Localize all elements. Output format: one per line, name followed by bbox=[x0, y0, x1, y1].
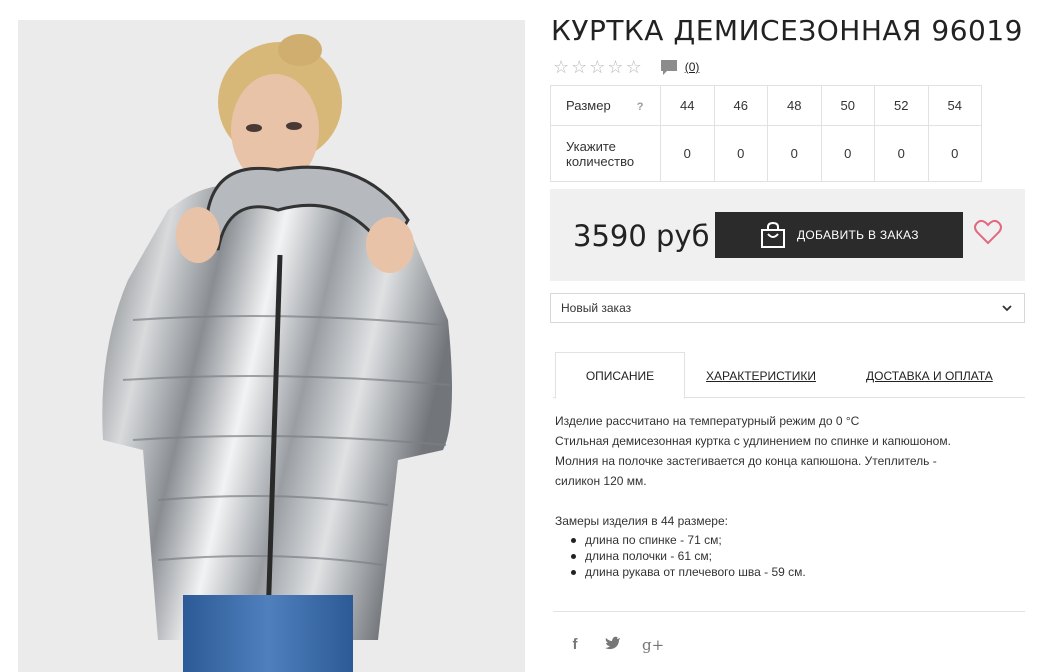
chevron-down-icon bbox=[1002, 305, 1012, 312]
quantity-input[interactable]: 0 bbox=[874, 125, 929, 182]
quantity-row: Укажите количество 0 0 0 0 0 0 bbox=[550, 125, 982, 182]
twitter-icon[interactable] bbox=[604, 636, 622, 654]
heart-icon[interactable] bbox=[974, 219, 1002, 245]
quantity-input[interactable]: 0 bbox=[927, 125, 982, 182]
size-cell: 50 bbox=[820, 85, 875, 126]
divider bbox=[553, 611, 1025, 612]
order-select-value: Новый заказ bbox=[561, 301, 632, 315]
size-table: Размер? 44 46 48 50 52 54 Укажите количес… bbox=[550, 85, 982, 182]
size-cell: 46 bbox=[713, 85, 768, 126]
quantity-input[interactable]: 0 bbox=[713, 125, 768, 182]
rating-stars[interactable]: ☆ ☆ ☆ ☆ ☆ bbox=[553, 58, 642, 76]
quantity-label-line1: Укажите bbox=[566, 138, 616, 154]
comment-icon bbox=[660, 59, 678, 75]
star-icon[interactable]: ☆ bbox=[571, 58, 587, 76]
tab-characteristics[interactable]: ХАРАКТЕРИСТИКИ bbox=[706, 352, 816, 399]
product-image bbox=[102, 34, 453, 672]
buy-box: 3590 руб ДОБАВИТЬ В ЗАКАЗ bbox=[550, 189, 1025, 281]
size-row: Размер? 44 46 48 50 52 54 bbox=[550, 85, 982, 126]
list-item: длина полочки - 61 см; bbox=[571, 548, 806, 564]
description-line: силикон 120 мм. bbox=[555, 474, 647, 488]
tab-delivery[interactable]: ДОСТАВКА И ОПЛАТА bbox=[866, 352, 993, 399]
star-icon[interactable]: ☆ bbox=[626, 58, 642, 76]
product-title: КУРТКА ДЕМИСЕЗОННАЯ 96019 bbox=[551, 14, 1023, 47]
quantity-label: Укажите количество bbox=[550, 125, 661, 182]
price: 3590 руб bbox=[573, 219, 710, 253]
reviews-link[interactable]: (0) bbox=[685, 60, 700, 74]
size-cell: 48 bbox=[767, 85, 822, 126]
description-line: Стильная демисезонная куртка с удлинение… bbox=[555, 434, 951, 448]
size-help-icon[interactable]: ? bbox=[637, 101, 644, 113]
measurements-list: длина по спинке - 71 см; длина полочки -… bbox=[571, 532, 806, 580]
size-label-cell: Размер? bbox=[550, 85, 661, 126]
size-cell: 44 bbox=[660, 85, 715, 126]
add-to-order-label: ДОБАВИТЬ В ЗАКАЗ bbox=[797, 228, 919, 242]
size-label: Размер bbox=[566, 98, 611, 113]
size-cell: 52 bbox=[874, 85, 929, 126]
star-icon[interactable]: ☆ bbox=[607, 58, 623, 76]
description-line: Молния на полочке застегивается до конца… bbox=[555, 454, 937, 468]
product-photo[interactable] bbox=[18, 20, 525, 672]
add-to-order-button[interactable]: ДОБАВИТЬ В ЗАКАЗ bbox=[715, 212, 963, 258]
measurements-title: Замеры изделия в 44 размере: bbox=[555, 514, 728, 528]
social-share: f g+ bbox=[566, 636, 665, 654]
rating-row: ☆ ☆ ☆ ☆ ☆ (0) bbox=[553, 58, 699, 76]
order-select[interactable]: Новый заказ bbox=[550, 293, 1025, 323]
quantity-label-line2: количество bbox=[566, 153, 635, 169]
star-icon[interactable]: ☆ bbox=[553, 58, 569, 76]
description-line: Изделие рассчитано на температурный режи… bbox=[555, 414, 860, 428]
bag-icon bbox=[761, 221, 785, 248]
quantity-input[interactable]: 0 bbox=[767, 125, 822, 182]
list-item: длина по спинке - 71 см; bbox=[571, 532, 806, 548]
quantity-input[interactable]: 0 bbox=[820, 125, 875, 182]
star-icon[interactable]: ☆ bbox=[589, 58, 605, 76]
quantity-input[interactable]: 0 bbox=[660, 125, 715, 182]
tab-description[interactable]: ОПИСАНИЕ bbox=[555, 352, 685, 399]
facebook-icon[interactable]: f bbox=[566, 636, 584, 654]
description-text: Изделие рассчитано на температурный режи… bbox=[555, 411, 995, 491]
measurements: Замеры изделия в 44 размере: длина по сп… bbox=[555, 514, 806, 580]
google-plus-icon[interactable]: g+ bbox=[642, 636, 664, 654]
list-item: длина рукава от плечевого шва - 59 см. bbox=[571, 564, 806, 580]
product-tabs: ОПИСАНИЕ ХАРАКТЕРИСТИКИ ДОСТАВКА И ОПЛАТ… bbox=[553, 352, 1025, 399]
size-cell: 54 bbox=[927, 85, 982, 126]
